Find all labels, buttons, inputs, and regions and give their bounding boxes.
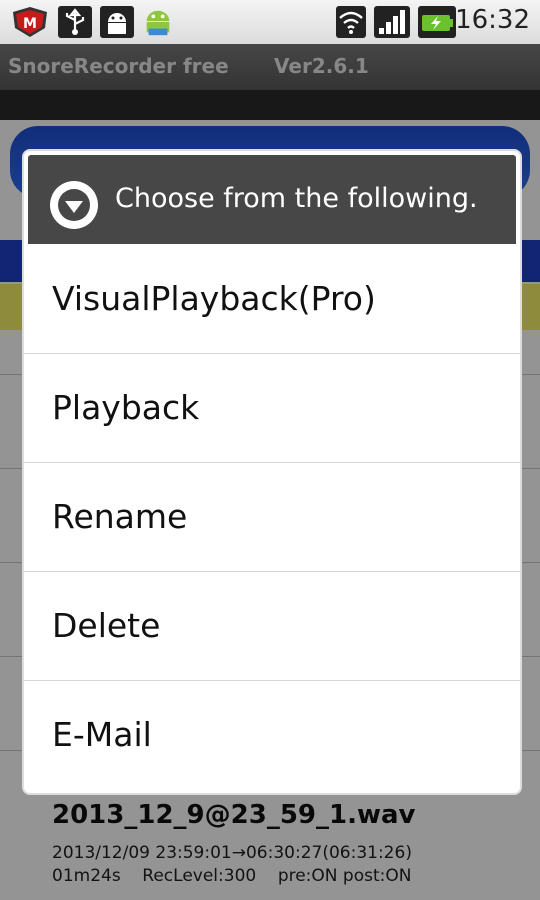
menu-item-delete[interactable]: Delete bbox=[24, 571, 520, 680]
menu-item-rename[interactable]: Rename bbox=[24, 462, 520, 571]
status-bar: M 16:32 bbox=[0, 0, 540, 44]
menu-item-playback[interactable]: Playback bbox=[24, 353, 520, 462]
menu-item-label: VisualPlayback(Pro) bbox=[52, 279, 376, 318]
mcafee-icon: M bbox=[13, 7, 47, 37]
menu-item-label: Rename bbox=[52, 497, 188, 536]
battery-charging-icon bbox=[418, 6, 456, 38]
menu-item-email[interactable]: E-Mail bbox=[24, 680, 520, 789]
menu-item-visual-playback[interactable]: VisualPlayback(Pro) bbox=[24, 245, 520, 353]
menu-item-label: Playback bbox=[52, 388, 200, 427]
usb-icon bbox=[58, 6, 92, 38]
android-debug-icon bbox=[100, 6, 134, 38]
dropdown-circle-icon bbox=[50, 181, 98, 229]
signal-icon bbox=[374, 6, 410, 38]
svg-text:M: M bbox=[23, 16, 37, 32]
menu-item-label: E-Mail bbox=[52, 715, 152, 754]
wifi-icon bbox=[336, 6, 366, 38]
choice-dialog: Choose from the following. VisualPlaybac… bbox=[24, 151, 520, 793]
clock: 16:32 bbox=[455, 5, 530, 35]
menu-item-label: Delete bbox=[52, 606, 161, 645]
dialog-title: Choose from the following. bbox=[115, 183, 478, 214]
dialog-header: Choose from the following. bbox=[28, 155, 516, 244]
android-app-icon bbox=[146, 10, 170, 36]
